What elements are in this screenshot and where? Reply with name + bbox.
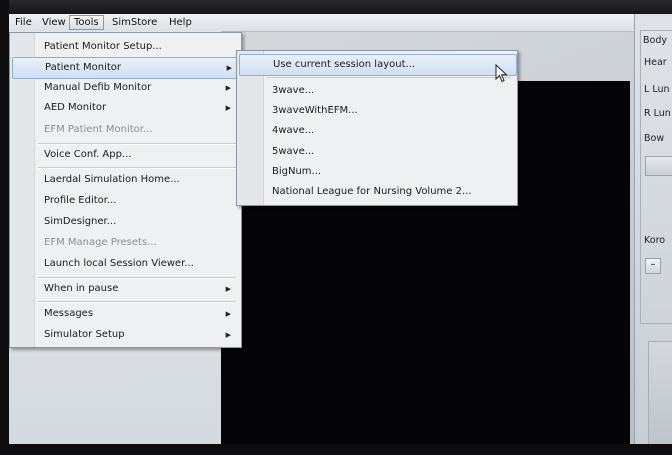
menu-view[interactable]: View — [38, 16, 70, 29]
menu-bar: File View Tools SimStore Help — [9, 14, 634, 32]
menu-item-label: Simulator Setup — [44, 329, 125, 340]
patient-monitor-submenu: Use current session layout... 3wave... 3… — [236, 50, 518, 206]
submenu-arrow-icon: ▶ — [225, 285, 231, 293]
menu-item-label: EFM Patient Monitor... — [44, 124, 153, 135]
submenu-item-label: 5wave... — [272, 146, 315, 157]
submenu-arrow-icon: ▶ — [225, 331, 231, 339]
monitor-bezel-top — [0, 0, 672, 14]
menu-item-label: Voice Conf. App... — [44, 149, 132, 160]
monitor-bezel-left — [0, 0, 9, 455]
menu-file[interactable]: File — [11, 16, 36, 29]
monitor-bezel-bottom — [0, 444, 672, 455]
korotkoff-label: Koro — [644, 235, 666, 246]
menu-item-label: Profile Editor... — [44, 195, 117, 206]
menu-simstore[interactable]: SimStore — [108, 16, 161, 29]
body-panel-title: Body — [643, 35, 667, 46]
submenu-item-national-league-nursing[interactable]: National League for Nursing Volume 2... — [239, 182, 515, 202]
menu-item-messages[interactable]: Messages ▶ — [12, 304, 239, 324]
mouse-pointer-icon — [495, 64, 508, 83]
menu-item-label: Messages — [44, 308, 94, 319]
menu-item-simulator-setup[interactable]: Simulator Setup ▶ — [12, 325, 239, 345]
submenu-item-label: BigNum... — [272, 166, 322, 177]
body-groupbox — [640, 30, 672, 324]
submenu-separator — [267, 77, 511, 78]
decrease-button[interactable]: – — [645, 258, 661, 274]
submenu-arrow-icon: ▶ — [225, 310, 231, 318]
heart-label: Hear — [644, 57, 667, 68]
menu-item-profile-editor[interactable]: Profile Editor... — [12, 191, 239, 211]
menu-item-simdesigner[interactable]: SimDesigner... — [12, 212, 239, 232]
menu-item-laerdal-simulation-home[interactable]: Laerdal Simulation Home... — [12, 170, 239, 190]
submenu-arrow-icon: ▶ — [226, 64, 232, 72]
menu-item-label: AED Monitor — [44, 102, 107, 113]
menu-separator — [38, 167, 236, 169]
menu-item-label: Launch local Session Viewer... — [44, 258, 194, 269]
right-lung-label: R Lun — [644, 108, 671, 119]
submenu-item-5wave[interactable]: 5wave... — [239, 142, 515, 162]
menu-item-aed-monitor[interactable]: AED Monitor ▶ — [12, 98, 239, 118]
menu-separator — [38, 301, 236, 303]
body-panel-button[interactable] — [645, 156, 672, 176]
lower-panel — [648, 341, 672, 446]
submenu-item-label: Use current session layout... — [273, 59, 416, 70]
menu-item-label: Laerdal Simulation Home... — [44, 174, 180, 185]
menu-item-efm-manage-presets[interactable]: EFM Manage Presets... — [12, 233, 239, 253]
menu-item-label: Patient Monitor — [45, 62, 122, 73]
menu-item-manual-defib-monitor[interactable]: Manual Defib Monitor ▶ — [12, 78, 239, 98]
submenu-item-label: 4wave... — [272, 125, 315, 136]
left-lung-label: L Lun — [644, 84, 670, 95]
body-panel: Body Hear L Lun R Lun Bow Koro – — [634, 14, 672, 446]
menu-item-patient-monitor[interactable]: Patient Monitor ▶ — [12, 57, 241, 79]
menu-item-label: SimDesigner... — [44, 216, 117, 227]
menu-item-label: Manual Defib Monitor — [44, 82, 152, 93]
submenu-item-label: National League for Nursing Volume 2... — [272, 186, 472, 197]
submenu-arrow-icon: ▶ — [225, 84, 231, 92]
menu-tools[interactable]: Tools — [69, 15, 104, 30]
menu-item-efm-patient-monitor[interactable]: EFM Patient Monitor... — [12, 120, 239, 140]
submenu-item-4wave[interactable]: 4wave... — [239, 121, 515, 141]
submenu-item-use-current-session-layout[interactable]: Use current session layout... — [239, 54, 517, 76]
tools-dropdown-menu: Patient Monitor Setup... Patient Monitor… — [9, 32, 242, 348]
submenu-item-3wave[interactable]: 3wave... — [239, 81, 515, 101]
menu-item-patient-monitor-setup[interactable]: Patient Monitor Setup... — [12, 37, 239, 57]
menu-help[interactable]: Help — [165, 16, 196, 29]
submenu-item-3wave-with-efm[interactable]: 3waveWithEFM... — [239, 101, 515, 121]
menu-item-when-in-pause[interactable]: When in pause ▶ — [12, 279, 239, 299]
submenu-item-bignum[interactable]: BigNum... — [239, 162, 515, 182]
menu-item-label: EFM Manage Presets... — [44, 237, 157, 248]
menu-item-label: When in pause — [44, 283, 119, 294]
submenu-item-label: 3wave... — [272, 85, 315, 96]
bowel-label: Bow — [644, 133, 665, 144]
submenu-item-label: 3waveWithEFM... — [272, 105, 358, 116]
submenu-arrow-icon: ▶ — [225, 104, 231, 112]
menu-item-voice-conf-app[interactable]: Voice Conf. App... — [12, 145, 239, 165]
menu-item-label: Patient Monitor Setup... — [44, 41, 162, 52]
menu-item-launch-session-viewer[interactable]: Launch local Session Viewer... — [12, 254, 239, 274]
